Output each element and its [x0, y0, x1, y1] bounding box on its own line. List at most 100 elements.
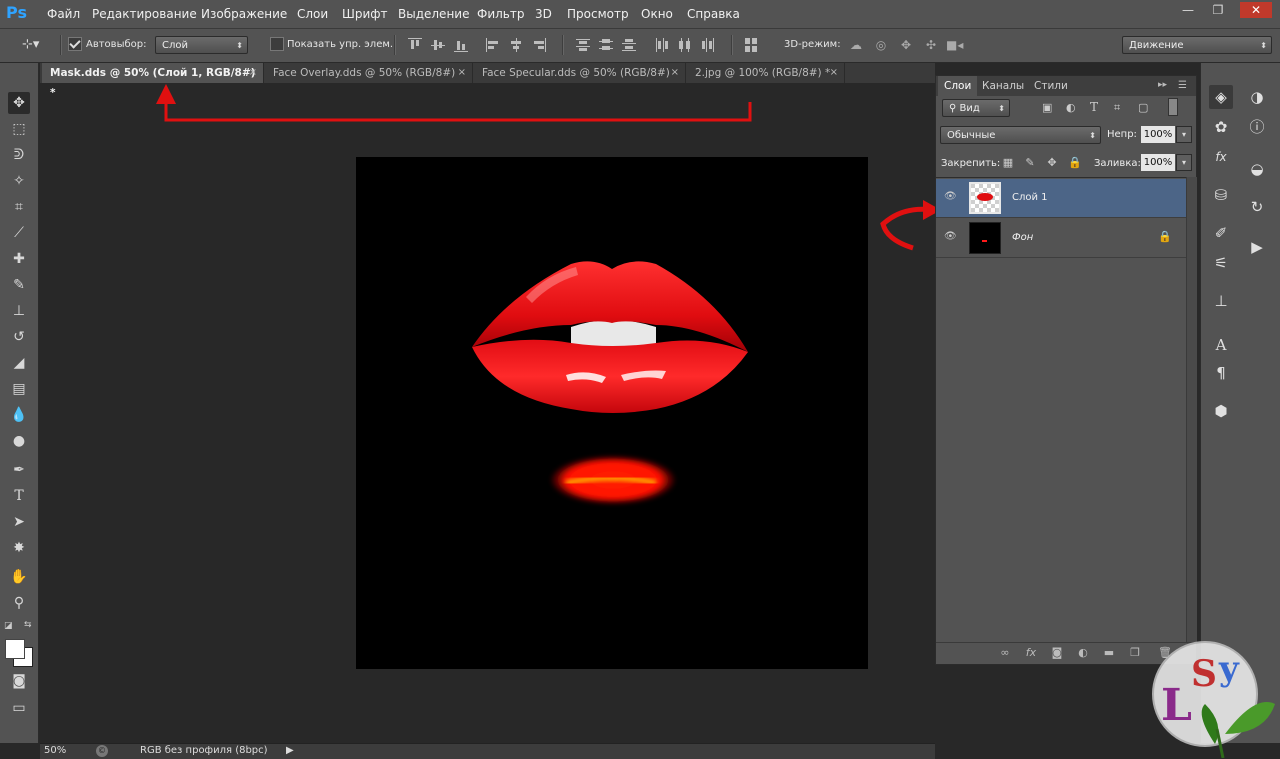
menu-help[interactable]: Справка	[687, 7, 740, 21]
menu-select[interactable]: Выделение	[398, 7, 469, 21]
align-vcenter-icon[interactable]	[431, 38, 445, 52]
history-brush-tool-icon[interactable]: ↺	[8, 326, 30, 348]
adjustment-layer-icon[interactable]: ◐	[1076, 646, 1090, 660]
properties-panel-icon[interactable]: ⛁	[1209, 183, 1233, 207]
zoom-level[interactable]: 50%	[44, 745, 66, 756]
info-panel-icon[interactable]: ⓘ	[1245, 115, 1269, 139]
status-info-icon[interactable]: ©	[96, 745, 108, 757]
brush-settings-icon[interactable]: ⚟	[1209, 251, 1233, 275]
restore-button[interactable]: ❐	[1207, 2, 1229, 18]
healing-brush-tool-icon[interactable]: ✚	[8, 248, 30, 270]
menu-image[interactable]: Изображение	[201, 7, 287, 21]
lock-transparency-icon[interactable]: ▦	[1002, 157, 1014, 169]
actions-panel-icon[interactable]: ▶	[1245, 235, 1269, 259]
eyedropper-tool-icon[interactable]: ⟋	[8, 222, 30, 244]
distribute-left-icon[interactable]	[655, 38, 669, 52]
paragraph-panel-icon[interactable]: ¶	[1209, 361, 1233, 385]
tab-channels[interactable]: Каналы	[976, 76, 1030, 96]
layer-name[interactable]: Фон	[1012, 232, 1033, 243]
marquee-tool-icon[interactable]: ⬚	[8, 118, 30, 140]
lasso-tool-icon[interactable]: ᕲ	[8, 144, 30, 166]
brush-presets-icon[interactable]: ✐	[1209, 221, 1233, 245]
workspace-select[interactable]: Движение ⬍	[1122, 36, 1272, 54]
distribute-hcenter-icon[interactable]	[678, 38, 692, 52]
panel-expand-icon[interactable]: ▸▸	[1158, 80, 1167, 90]
align-bottom-icon[interactable]	[454, 38, 468, 52]
layer-filter-select[interactable]: ⚲ Вид ⬍	[942, 99, 1010, 117]
autoselect-target-select[interactable]: Слой ⬍	[155, 36, 248, 54]
drag-3d-icon[interactable]: ✥	[898, 38, 914, 52]
scale-3d-icon[interactable]: ■◂	[946, 38, 963, 52]
opacity-dropdown-icon[interactable]: ▾	[1176, 126, 1192, 143]
color-panel-icon[interactable]: ◑	[1245, 85, 1269, 109]
blur-tool-icon[interactable]: 💧	[8, 404, 30, 426]
lock-position-icon[interactable]: ✥	[1046, 157, 1058, 169]
adjustments-panel-icon[interactable]: ◒	[1245, 157, 1269, 181]
filter-toggle-icon[interactable]	[1168, 98, 1178, 116]
magic-wand-tool-icon[interactable]: ✧	[8, 170, 30, 192]
styles-panel-icon[interactable]: fx	[1209, 145, 1233, 169]
hand-tool-icon[interactable]: ✋	[8, 566, 30, 588]
pen-tool-icon[interactable]: ✒	[8, 459, 30, 481]
distribute-right-icon[interactable]	[701, 38, 715, 52]
document-canvas[interactable]	[356, 157, 868, 669]
menu-layers[interactable]: Слои	[297, 7, 328, 21]
history-panel-icon[interactable]: ↻	[1245, 195, 1269, 219]
filter-adjustment-icon[interactable]: ◐	[1066, 101, 1076, 114]
tab-styles[interactable]: Стили	[1028, 76, 1074, 96]
dodge-tool-icon[interactable]: ●	[8, 430, 30, 452]
menu-file[interactable]: Файл	[47, 7, 80, 21]
fill-input[interactable]: 100%	[1141, 154, 1175, 171]
show-transform-controls-checkbox[interactable]	[270, 37, 284, 51]
eye-icon[interactable]: 👁	[944, 232, 958, 242]
status-menu-arrow-icon[interactable]: ▶	[286, 745, 294, 756]
swap-colors-icon[interactable]: ⇆	[24, 620, 32, 630]
clone-source-icon[interactable]: ⊥	[1209, 289, 1233, 313]
eraser-tool-icon[interactable]: ◢	[8, 352, 30, 374]
minimize-button[interactable]: —	[1177, 2, 1199, 18]
brush-tool-icon[interactable]: ✎	[8, 274, 30, 296]
distribute-vcenter-icon[interactable]	[599, 38, 613, 52]
lock-pixels-brush-icon[interactable]: ✎	[1024, 157, 1036, 169]
custom-shape-tool-icon[interactable]: ✸	[8, 537, 30, 559]
menu-3d[interactable]: 3D	[535, 7, 552, 21]
filter-type-icon[interactable]: T	[1090, 100, 1098, 114]
menu-window[interactable]: Окно	[641, 7, 673, 21]
default-colors-icon[interactable]: ◪	[4, 621, 13, 631]
menu-view[interactable]: Просмотр	[567, 7, 629, 21]
tab-layers[interactable]: Слои	[938, 76, 978, 96]
channels-panel-icon[interactable]: ✿	[1209, 115, 1233, 139]
align-right-icon[interactable]	[532, 38, 546, 52]
panel-menu-icon[interactable]: ☰	[1178, 80, 1187, 91]
layers-scrollbar[interactable]	[1186, 177, 1197, 643]
zoom-tool-icon[interactable]: ⚲	[8, 592, 30, 614]
orbit-3d-icon[interactable]: ☁	[848, 38, 864, 52]
menu-filter[interactable]: Фильтр	[477, 7, 524, 21]
auto-align-layers-icon[interactable]	[744, 38, 758, 52]
filter-shape-icon[interactable]: ⌗	[1114, 101, 1120, 115]
quick-mask-icon[interactable]: ◙	[8, 670, 30, 692]
layers-panel-icon[interactable]: ◈	[1209, 85, 1233, 109]
blend-mode-select[interactable]: Обычные ⬍	[940, 126, 1101, 144]
fx-icon[interactable]: fx	[1024, 646, 1038, 660]
opacity-input[interactable]: 100%	[1141, 126, 1175, 143]
path-selection-tool-icon[interactable]: ➤	[8, 511, 30, 533]
align-hcenter-icon[interactable]	[509, 38, 523, 52]
distribute-top-icon[interactable]	[576, 38, 590, 52]
menu-edit[interactable]: Редактирование	[92, 7, 197, 21]
close-tab-icon[interactable]: ×	[830, 63, 838, 83]
layer-row-background[interactable]: 👁 Фон 🔒	[936, 219, 1186, 258]
slide-3d-icon[interactable]: ✣	[923, 38, 939, 52]
clone-stamp-tool-icon[interactable]: ⊥	[8, 300, 30, 322]
layer-row-layer-1[interactable]: 👁 Слой 1	[936, 179, 1186, 218]
screen-mode-icon[interactable]: ▭	[8, 697, 30, 719]
new-group-icon[interactable]: ▬	[1102, 646, 1116, 660]
fill-dropdown-icon[interactable]: ▾	[1176, 154, 1192, 171]
gradient-tool-icon[interactable]: ▤	[8, 378, 30, 400]
new-layer-icon[interactable]: ❐	[1128, 646, 1142, 660]
move-tool-preset-icon[interactable]: ⊹▾	[22, 37, 39, 52]
3d-panel-icon[interactable]: ⬢	[1209, 399, 1233, 423]
menu-type[interactable]: Шрифт	[342, 7, 388, 21]
autoselect-checkbox[interactable]	[68, 37, 82, 51]
crop-tool-icon[interactable]: ⌗	[8, 196, 30, 218]
